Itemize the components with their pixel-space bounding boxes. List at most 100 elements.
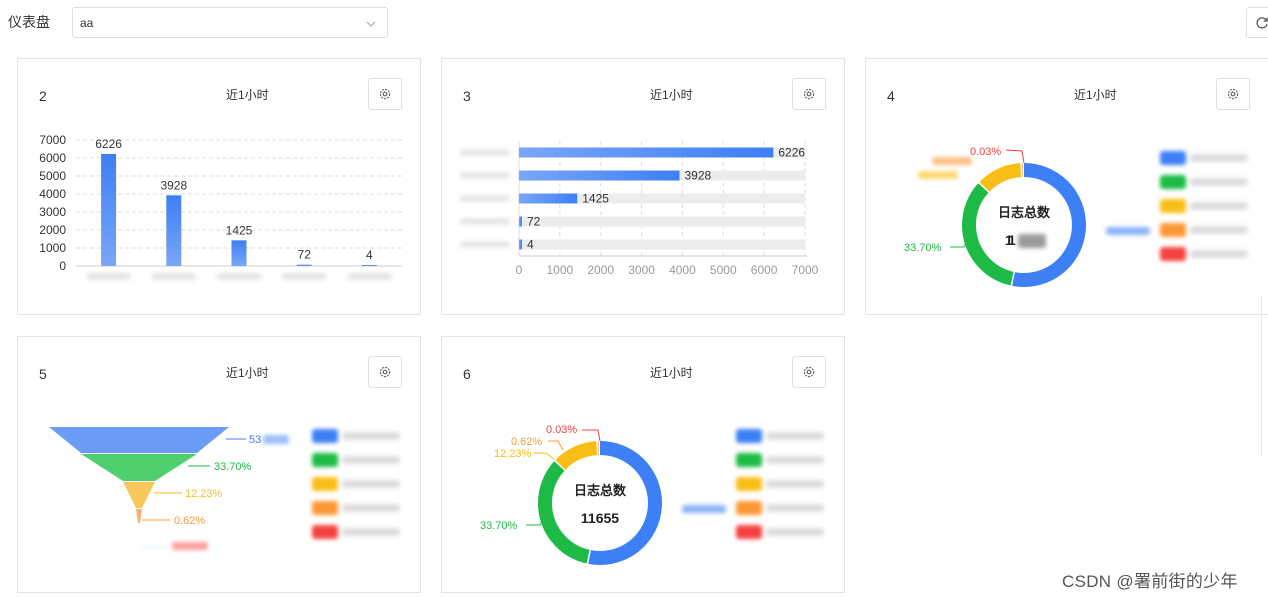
bar — [101, 153, 117, 266]
data-label: 72 — [298, 248, 312, 262]
legend-swatch — [736, 501, 762, 515]
slice-label: 12.23% — [494, 448, 532, 460]
data-label: 3928 — [684, 169, 711, 183]
data-label: 1425 — [582, 192, 609, 206]
x-tick-label: 3000 — [628, 263, 655, 277]
donut-slices — [962, 163, 1086, 287]
y-tick-label-redacted — [460, 149, 510, 156]
refresh-icon — [1256, 17, 1268, 29]
legend-swatch — [312, 525, 338, 539]
legend-label-redacted — [1190, 202, 1248, 210]
x-tick-label-redacted — [347, 273, 392, 280]
chart-card-6: 6 近1小时 日志总数 11655 0.03% 0.62% 12.23% 33.70% — [441, 336, 845, 593]
bar — [296, 264, 312, 266]
slice-label: 0.03% — [546, 424, 577, 436]
horizontal-bar-chart: 0 1000 2000 3000 4000 5000 6000 7000 6226 3928 142… — [460, 141, 819, 277]
x-tick-label-redacted — [151, 273, 196, 280]
data-label: 4 — [366, 248, 373, 262]
bar — [231, 240, 247, 266]
bar-track — [519, 239, 805, 250]
slice-label-line — [548, 440, 564, 451]
legend-swatch — [1160, 175, 1186, 189]
donut-center-title: 日志总数 — [998, 205, 1051, 220]
chevron-down-icon — [366, 21, 376, 27]
legend-label-redacted — [766, 456, 824, 464]
funnel-segment — [81, 454, 197, 481]
funnel-label-redacted — [263, 435, 289, 444]
donut-center-value: 11655 — [581, 510, 619, 526]
x-tick-label: 6000 — [751, 263, 778, 277]
legend-label-redacted — [342, 504, 400, 512]
bar — [519, 170, 680, 181]
funnel-segment — [49, 427, 229, 453]
legend-label-redacted — [1190, 250, 1248, 258]
y-tick-label: 0 — [59, 259, 66, 273]
bar — [519, 239, 522, 250]
legend-swatch — [1160, 199, 1186, 213]
vertical-bar-chart: 7000 6000 5000 4000 3000 2000 1000 0 6226 3928 142… — [39, 133, 402, 280]
legend-swatch — [1160, 247, 1186, 261]
funnel-label: 0.62% — [174, 515, 205, 527]
y-tick-label-redacted — [460, 218, 510, 225]
x-tick-label: 1000 — [547, 263, 574, 277]
legend-label-redacted — [766, 504, 824, 512]
bar — [361, 265, 377, 266]
y-tick-label: 1000 — [39, 241, 66, 255]
funnel-segment — [123, 482, 155, 508]
legend-label-redacted — [1190, 226, 1248, 234]
slice-label-redacted — [682, 505, 726, 513]
y-tick-label: 4000 — [39, 187, 66, 201]
legend-swatch — [736, 477, 762, 491]
dashboard-select[interactable]: aa — [72, 7, 388, 38]
legend-label-redacted — [342, 456, 400, 464]
x-tick-label-redacted — [86, 273, 131, 280]
funnel-label: 53 — [249, 434, 261, 446]
slice-label-line — [1005, 149, 1025, 164]
legend-swatch — [1160, 151, 1186, 165]
bar — [519, 147, 774, 158]
slice-label-redacted — [1106, 227, 1150, 235]
funnel-label-redacted — [172, 542, 208, 550]
legend-label-redacted — [1190, 154, 1248, 162]
slice-label-redacted — [932, 157, 972, 165]
donut-slices — [538, 441, 662, 565]
slice-label-line — [534, 452, 555, 460]
legend-swatch — [312, 501, 338, 515]
slice-label-line — [582, 429, 601, 442]
funnel-label: 33.70% — [214, 461, 252, 473]
y-tick-label: 3000 — [39, 205, 66, 219]
chart-card-5: 5 近1小时 53 33.70% 12.23% 0.62% — [17, 336, 421, 593]
legend-label-redacted — [342, 480, 400, 488]
legend-label-redacted — [766, 432, 824, 440]
data-label: 1425 — [226, 223, 253, 237]
data-label: 4 — [527, 238, 534, 252]
x-tick-label: 0 — [516, 263, 523, 277]
legend-label-redacted — [342, 432, 400, 440]
donut-chart: 日志总数1165510.03%33.70% — [904, 146, 1150, 287]
page-title: 仪表盘 — [8, 14, 50, 30]
legend-swatch — [312, 453, 338, 467]
bar-track — [519, 216, 805, 227]
y-tick-label: 6000 — [39, 151, 66, 165]
slice-label: 0.62% — [511, 436, 542, 448]
dashboard-page: 仪表盘 aa 2 近1小时 7000 6000 5000 4000 3000 2… — [0, 0, 1268, 598]
x-tick-label: 7000 — [792, 263, 819, 277]
watermark: CSDN @署前街的少年 — [1062, 572, 1238, 591]
bar — [519, 216, 522, 227]
x-tick-label: 4000 — [669, 263, 696, 277]
bar — [519, 193, 578, 204]
data-label: 6226 — [95, 137, 122, 151]
donut-center-title: 日志总数 — [574, 483, 627, 498]
legend-label-redacted — [766, 480, 824, 488]
refresh-button[interactable] — [1246, 7, 1268, 38]
legend-label-redacted — [766, 528, 824, 536]
y-tick-label: 7000 — [39, 133, 66, 147]
x-tick-label: 5000 — [710, 263, 737, 277]
legend-label-redacted — [1190, 178, 1248, 186]
legend-swatch — [312, 477, 338, 491]
y-tick-label-redacted — [460, 172, 510, 179]
legend-swatch — [736, 525, 762, 539]
data-label: 3928 — [160, 178, 187, 192]
chart-card-2: 2 近1小时 7000 6000 5000 4000 3000 2000 1000 0 6226… — [17, 58, 421, 315]
dashboard-select-value: aa — [80, 16, 94, 30]
